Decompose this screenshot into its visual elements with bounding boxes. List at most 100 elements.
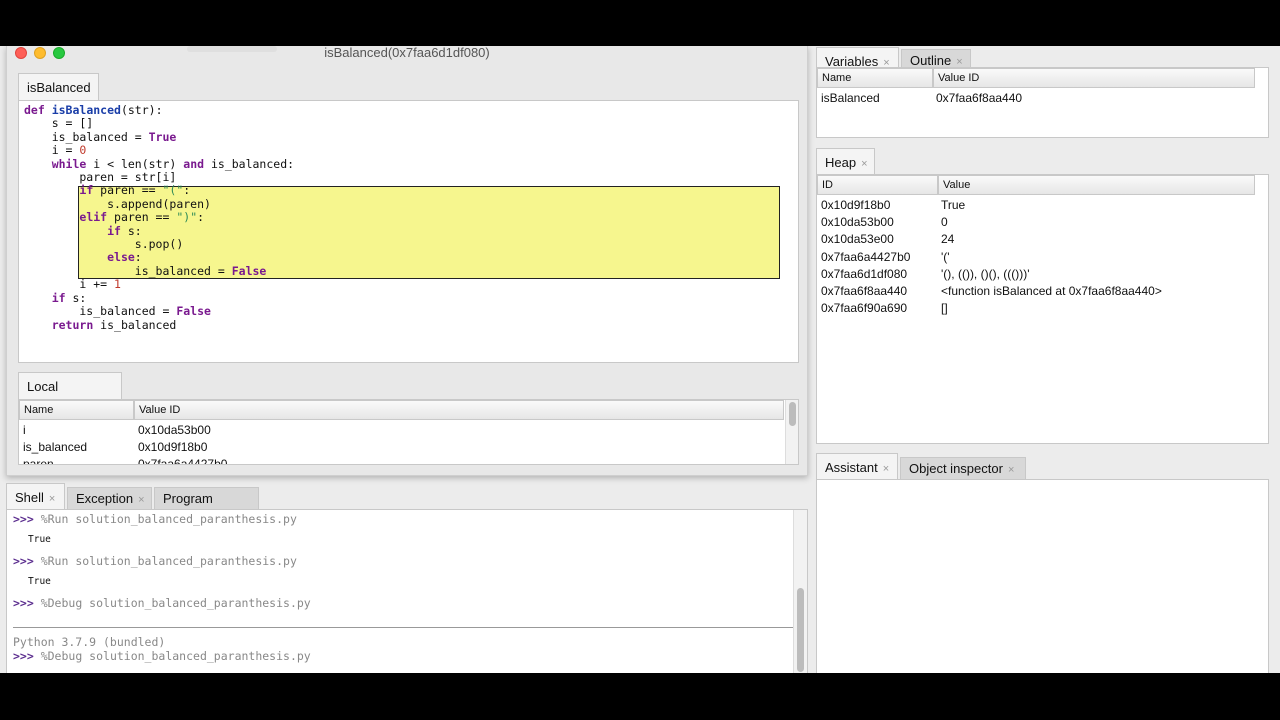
tab-label: Outline: [910, 53, 952, 68]
tab-label: isBalanced: [27, 80, 91, 95]
ide-window: isBalanced(0x7faa6d1df080) isBalanced de…: [0, 46, 1280, 673]
code-token: "(": [162, 183, 184, 198]
tab-label: Assistant: [825, 460, 878, 475]
column-header-name[interactable]: Name: [817, 68, 933, 88]
shell-command: %Debug solution_balanced_paranthesis.py: [33, 596, 311, 610]
code-token: i +=: [24, 277, 115, 292]
code-token: False: [231, 263, 267, 278]
column-header-id[interactable]: ID: [817, 175, 938, 195]
code-line: else:: [24, 251, 294, 264]
code-token: :: [134, 250, 142, 265]
code-token: ")": [176, 210, 198, 225]
shell-command: %Run solution_balanced_paranthesis.py: [33, 512, 297, 526]
shell-history-line: >>> %Run solution_balanced_paranthesis.p…: [13, 554, 297, 568]
shell-history-line: >>> %Debug solution_balanced_paranthesis…: [13, 596, 311, 610]
code-line: is_balanced = False: [24, 263, 294, 278]
code-token: and: [183, 156, 205, 171]
close-icon[interactable]: ×: [861, 158, 867, 170]
column-header-value-id[interactable]: Value ID: [933, 68, 1255, 88]
tab-local-variables[interactable]: Local variables: [18, 372, 122, 421]
tab-assistant[interactable]: Assistant ×: [816, 453, 898, 481]
code-line: while i < len(str) and is_balanced:: [24, 156, 294, 171]
cell-value: 0x7faa6a4427b0: [138, 457, 228, 465]
code-token: paren ==: [107, 210, 177, 225]
code-editor[interactable]: def isBalanced(str): s = [] is_balanced …: [18, 100, 799, 363]
shell-separator: [13, 627, 793, 628]
code-token: is_balanced =: [24, 263, 232, 278]
shell-prompt: >>>: [13, 649, 34, 663]
tab-label: Object inspector: [909, 461, 1003, 476]
code-text: def isBalanced(str): s = [] is_balanced …: [24, 103, 294, 332]
shell-command: %Run solution_balanced_paranthesis.py: [33, 554, 297, 568]
close-icon[interactable]: ×: [1008, 464, 1014, 476]
locals-scrollbar[interactable]: [785, 400, 798, 464]
cell-value: 0x10d9f18b0: [138, 440, 208, 454]
column-header-name[interactable]: Name: [19, 400, 134, 420]
code-token: return: [51, 317, 94, 332]
close-icon[interactable]: ×: [138, 494, 144, 506]
code-token: if: [79, 183, 94, 198]
shell-output: True: [28, 576, 51, 587]
cell-value: True: [941, 198, 966, 212]
cell-value: '(': [941, 249, 950, 264]
close-icon[interactable]: ×: [883, 463, 889, 475]
shell-console[interactable]: >>> %Run solution_balanced_paranthesis.p…: [6, 509, 808, 673]
code-token: is_balanced: [93, 317, 177, 332]
code-token: def: [24, 103, 52, 117]
tab-program-tree[interactable]: Program tree×: [154, 487, 259, 527]
tab-heap[interactable]: Heap ×: [816, 148, 875, 176]
code-line: s.append(paren): [24, 197, 294, 211]
code-line: is_balanced = False: [24, 304, 294, 318]
code-line: if s:: [24, 223, 294, 238]
shell-scrollbar[interactable]: [793, 510, 807, 673]
cell-value: <function isBalanced at 0x7faa6f8aa440>: [941, 284, 1162, 298]
code-line: elif paren == ")":: [24, 211, 294, 224]
code-line: i += 1: [24, 278, 294, 291]
column-header-value-id[interactable]: Value ID: [134, 400, 784, 420]
cell-name: paren: [23, 457, 54, 465]
code-token: i =: [24, 143, 80, 158]
code-line: s = []: [24, 117, 294, 130]
cell-name: i: [23, 423, 26, 437]
code-token: s:: [65, 290, 87, 305]
heap-table: ID Value 0x10d9f18b0 True 0x10da53b00 0 0x10…: [816, 174, 1269, 444]
code-token: i < len(str): [86, 156, 184, 171]
cell-value: '(), (()), ()(), ((()))': [941, 266, 1030, 281]
frame-window-title: isBalanced(0x7faa6d1df080): [324, 46, 490, 60]
shell-prompt: >>>: [13, 554, 34, 568]
shell-history-line: >>> %Run solution_balanced_paranthesis.p…: [13, 512, 297, 526]
cell-name: isBalanced: [821, 91, 880, 105]
code-line: if paren == "(":: [24, 184, 294, 197]
tab-exception[interactable]: Exception ×: [67, 487, 152, 509]
tab-label: Shell: [15, 490, 44, 505]
close-icon[interactable]: ×: [49, 493, 55, 505]
code-token: if: [51, 290, 66, 305]
code-token: s:: [120, 223, 142, 238]
cell-id: 0x7faa6f8aa440: [821, 284, 908, 298]
column-header-value[interactable]: Value: [938, 175, 1255, 195]
code-token: elif: [79, 210, 108, 225]
code-line: i = 0: [24, 144, 294, 157]
tab-shell[interactable]: Shell ×: [6, 483, 65, 511]
code-line: is_balanced = True: [24, 129, 294, 144]
code-token: else: [107, 250, 135, 265]
code-token: if: [107, 223, 121, 238]
code-token: 1: [114, 277, 121, 292]
cell-value: 24: [941, 232, 955, 247]
tab-object-inspector[interactable]: Object inspector ×: [900, 457, 1026, 479]
cell-name: is_balanced: [23, 440, 88, 454]
cell-value: 0x7faa6f8aa440: [936, 91, 1023, 105]
code-token: True: [148, 129, 177, 144]
cell-id: 0x10da53e00: [821, 232, 894, 247]
tab-isbalanced-code[interactable]: isBalanced: [18, 73, 99, 101]
cell-id: 0x7faa6f90a690: [821, 301, 908, 316]
scroll-thumb[interactable]: [789, 402, 796, 426]
scroll-thumb[interactable]: [797, 588, 804, 672]
shell-prompt: >>>: [13, 512, 34, 526]
code-token: s = []: [24, 116, 94, 131]
